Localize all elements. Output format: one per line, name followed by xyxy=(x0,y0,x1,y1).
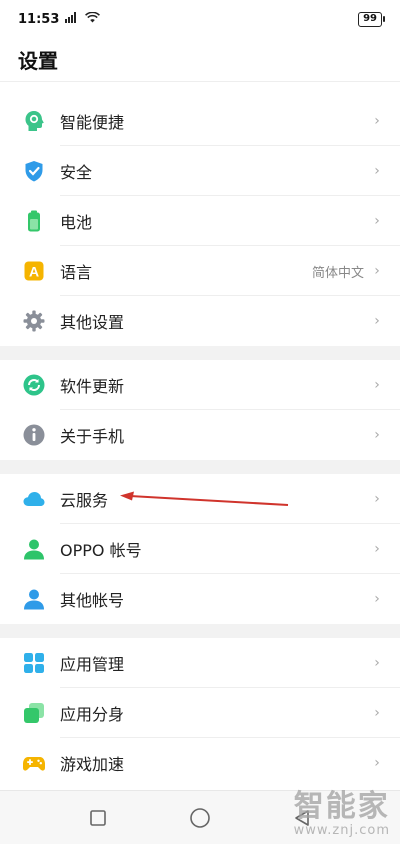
settings-item-label: 关于手机 xyxy=(60,427,125,446)
section-divider xyxy=(0,346,400,360)
settings-item-software-update[interactable]: 软件更新 › xyxy=(0,360,400,410)
app-grid-icon xyxy=(22,651,46,675)
account-icon xyxy=(22,537,46,561)
chevron-right-icon: › xyxy=(374,541,380,557)
settings-item-about-phone[interactable]: 关于手机 › xyxy=(0,410,400,460)
info-icon xyxy=(22,423,46,447)
settings-item-other-accounts[interactable]: 其他帐号 › xyxy=(0,574,400,624)
settings-item-other-settings[interactable]: 其他设置 › xyxy=(0,296,400,346)
chevron-right-icon: › xyxy=(374,113,380,129)
chevron-right-icon: › xyxy=(374,427,380,443)
settings-item-label: 软件更新 xyxy=(60,377,125,396)
recent-apps-button[interactable] xyxy=(83,803,113,833)
chevron-right-icon: › xyxy=(374,591,380,607)
chevron-right-icon: › xyxy=(374,213,380,229)
back-button[interactable] xyxy=(287,803,317,833)
app-clone-icon xyxy=(22,701,46,725)
status-bar: 11:53 99 xyxy=(0,0,400,38)
settings-item-battery[interactable]: 电池 › xyxy=(0,196,400,246)
page-title: 设置 xyxy=(18,49,58,73)
settings-list: 智能便捷 › 安全 › 电池 › A 语言 简体中文 › 其他设置 › 软件更新… xyxy=(0,96,400,788)
settings-item-label: 其他帐号 xyxy=(60,591,125,610)
settings-item-label: 应用管理 xyxy=(60,655,125,674)
cloud-icon xyxy=(22,487,46,511)
language-icon: A xyxy=(22,259,46,283)
status-time: 11:53 xyxy=(18,11,60,27)
navigation-bar xyxy=(0,790,400,844)
settings-item-oppo-account[interactable]: OPPO 帐号 › xyxy=(0,524,400,574)
settings-item-label: 智能便捷 xyxy=(60,113,125,132)
settings-item-label: 电池 xyxy=(60,213,93,232)
chevron-right-icon: › xyxy=(374,655,380,671)
chevron-right-icon: › xyxy=(374,377,380,393)
language-value: 简体中文 xyxy=(311,265,364,281)
settings-item-game-boost[interactable]: 游戏加速 › xyxy=(0,738,400,788)
shield-icon xyxy=(22,159,46,183)
settings-item-app-management[interactable]: 应用管理 › xyxy=(0,638,400,688)
settings-item-smart-assist[interactable]: 智能便捷 › xyxy=(0,96,400,146)
section-divider xyxy=(0,460,400,474)
settings-item-label: 其他设置 xyxy=(60,313,125,332)
settings-item-label: 应用分身 xyxy=(60,705,125,724)
battery-indicator: 99 xyxy=(358,11,385,27)
svg-text:A: A xyxy=(29,264,39,280)
home-button[interactable] xyxy=(185,803,215,833)
gear-icon xyxy=(22,309,46,333)
settings-item-language[interactable]: A 语言 简体中文 › xyxy=(0,246,400,296)
settings-item-label: 游戏加速 xyxy=(60,755,125,774)
header: 设置 xyxy=(0,38,400,82)
settings-item-label: OPPO 帐号 xyxy=(60,541,142,560)
settings-item-app-clone[interactable]: 应用分身 › xyxy=(0,688,400,738)
settings-item-cloud-service[interactable]: 云服务 › xyxy=(0,474,400,524)
chevron-right-icon: › xyxy=(374,491,380,507)
chevron-right-icon: › xyxy=(374,705,380,721)
signal-icon xyxy=(65,11,79,27)
chevron-right-icon: › xyxy=(374,163,380,179)
wifi-icon xyxy=(85,11,101,27)
settings-item-label: 云服务 xyxy=(60,491,109,510)
settings-item-label: 语言 xyxy=(60,263,93,282)
battery-icon xyxy=(22,209,46,233)
chevron-right-icon: › xyxy=(374,313,380,329)
user-icon xyxy=(22,587,46,611)
settings-item-security[interactable]: 安全 › xyxy=(0,146,400,196)
section-divider xyxy=(0,624,400,638)
chevron-right-icon: › xyxy=(374,263,380,279)
gamepad-icon xyxy=(22,751,46,775)
chevron-right-icon: › xyxy=(374,755,380,771)
settings-item-label: 安全 xyxy=(60,163,93,182)
update-icon xyxy=(22,373,46,397)
smart-assist-icon xyxy=(22,109,46,133)
